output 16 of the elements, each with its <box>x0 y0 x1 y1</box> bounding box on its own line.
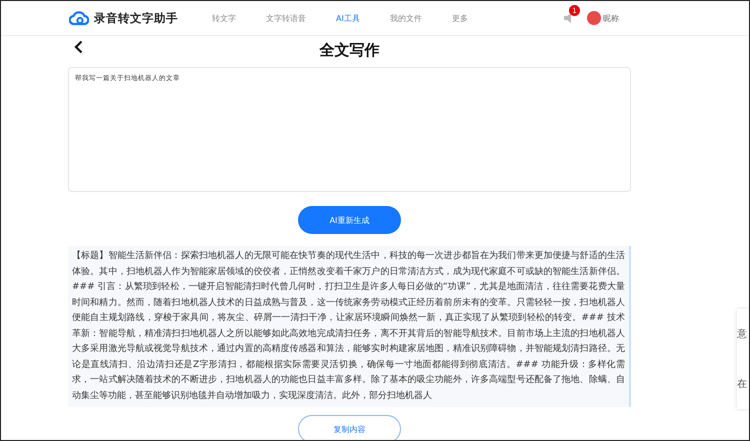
app-name: 录音转文字助手 <box>94 10 178 26</box>
nav-tab[interactable]: 转文字 <box>212 12 236 24</box>
nav-tab[interactable]: 我的文件 <box>390 12 422 24</box>
avatar-icon[interactable] <box>587 11 601 25</box>
nav-tab[interactable]: 更多 <box>452 12 468 24</box>
cloud-logo-icon <box>69 10 89 26</box>
page-title: 全文写作 <box>320 40 380 60</box>
nav-tab[interactable]: 文字转语音 <box>266 12 306 24</box>
speaker-icon[interactable] <box>563 12 573 24</box>
copy-content-button[interactable]: 复制内容 <box>298 415 401 440</box>
side-panel-text: 在 <box>737 378 747 391</box>
regenerate-button[interactable]: AI重新生成 <box>298 206 401 234</box>
nav-tab[interactable]: AI工具 <box>336 12 360 24</box>
username[interactable]: 昵称 <box>603 12 619 24</box>
side-panel-text: 意 <box>737 328 747 341</box>
generated-article-text: 【标题】智能生活新伴侣：探索扫地机器人的无限可能在快节奏的现代生活中，科技的每一次进步都旨在为我们带来更加便捷与舒适的生活体验。其中，扫地机器人作为智能家居领域的佼佼者，正悄然改变着千家万户的日常清洁方式，成为现代家庭不可或缺的智能生活新伴侣。### 引言：从繁琐到轻松，一键开启智能清扫时代曾几何时，打扫卫生是许多人每日必做的“功课”，尤其是地面清洁，往往需要花费大量时间和精力。然而，随着扫地机器人技术的日益成熟与普及，这一传统家务劳动模式正经历着前所未有的变革。只需轻轻一按，扫地机器人便能自主规划路线，穿梭于家具间，将灰尘、碎屑一一清扫干净，让家居环境瞬间焕然一新，真正实现了从繁琐到轻松的转变。### 技术革新：智能导航，精准清扫扫地机器人之所以能够如此高效地完成清扫任务，离不开其背后的智能导航技术。目前市场上主流的扫地机器人大多采用激光导航或视觉导航技术，通过内置的高精度传感器和算法，能够实时构建家居地图，精准识别障碍物，并智能规划清扫路径。无论是直线清扫、沿边清扫还是Z字形清扫，都能根据实际需要灵活切换，确保每一寸地面都能得到彻底清洁。### 功能升级：多样化需求，一站式解决随着技术的不断进步，扫地机器人的功能也日益丰富多样。除了基本的吸尘功能外，许多高端型号还配备了拖地、除螨、自动集尘等功能，甚至能够识别地毯并自动增加吸力，实现深度清洁。此外，部分扫地机器人 <box>72 250 625 402</box>
